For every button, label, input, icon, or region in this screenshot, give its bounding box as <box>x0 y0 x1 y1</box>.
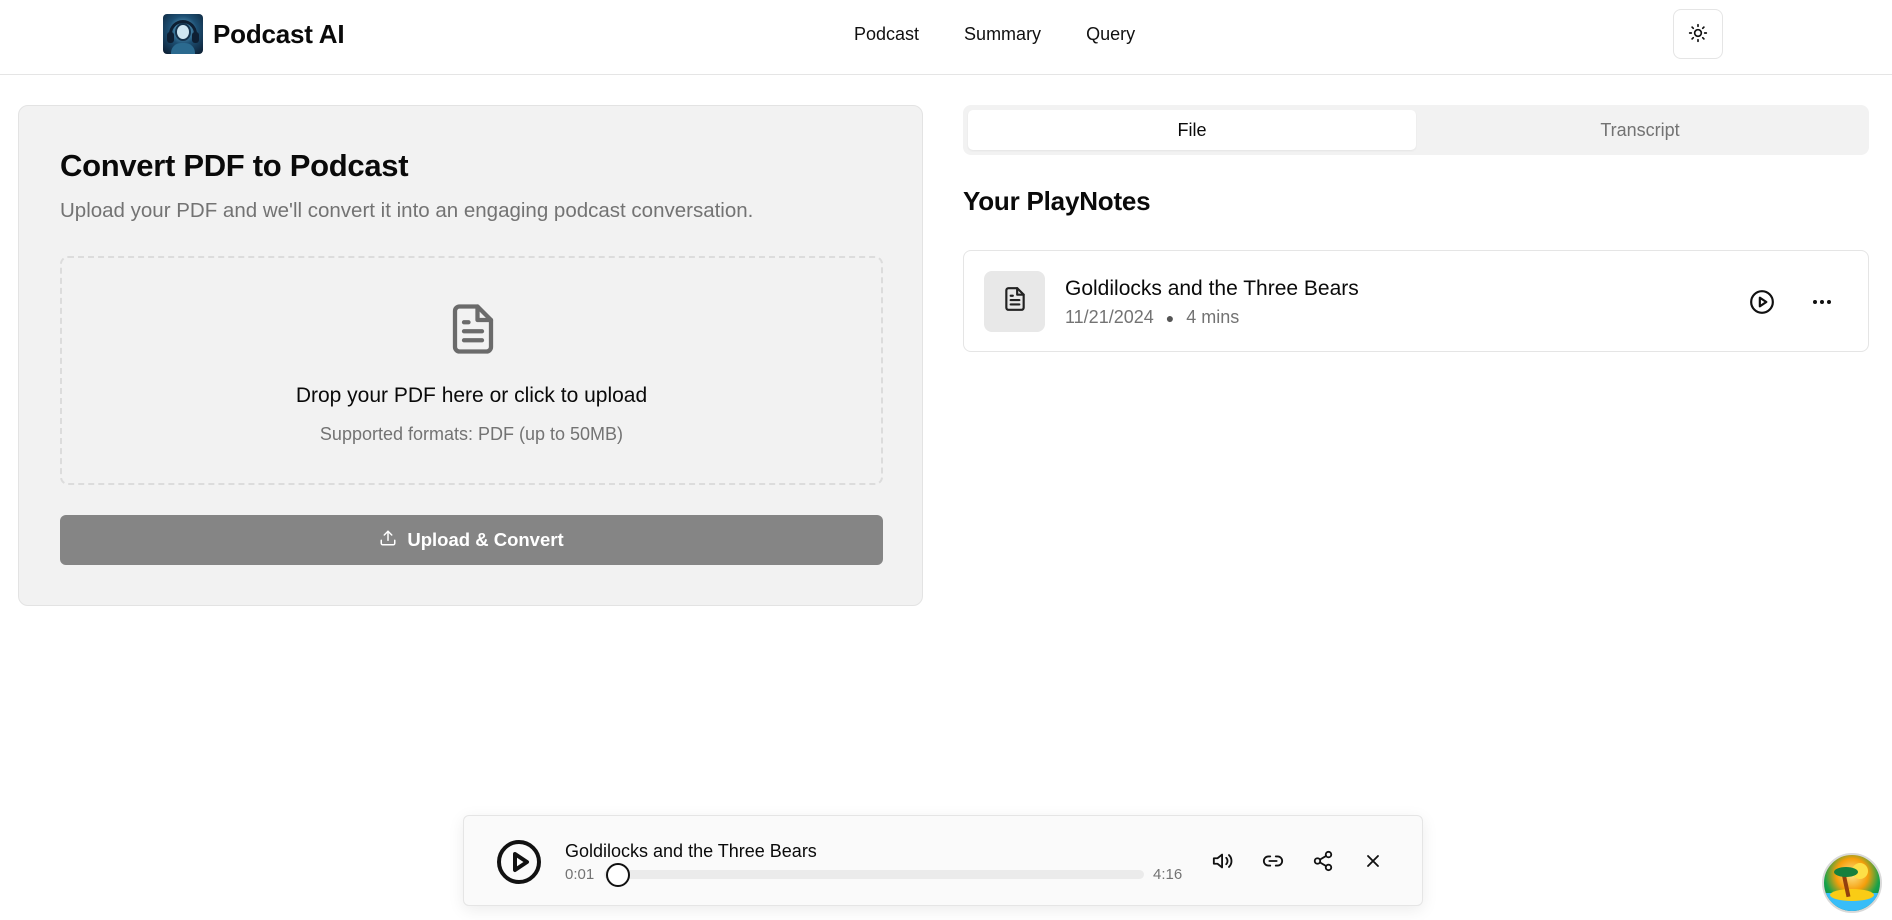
playnote-item[interactable]: Goldilocks and the Three Bears 11/21/202… <box>963 250 1869 352</box>
theme-toggle-button[interactable] <box>1673 9 1723 59</box>
brand-logo <box>163 14 203 54</box>
share-icon[interactable] <box>1310 848 1336 874</box>
player-title: Goldilocks and the Three Bears <box>565 841 817 861</box>
meta-separator: ● <box>1165 309 1175 326</box>
more-horizontal-icon[interactable] <box>1808 288 1836 316</box>
tab-file[interactable]: File <box>968 110 1416 150</box>
brand-link[interactable]: Podcast AI <box>163 14 345 54</box>
playnote-date: 11/21/2024 <box>1065 307 1154 327</box>
dropzone-formats: Supported formats: PDF (up to 50MB) <box>319 424 624 444</box>
file-text-icon <box>446 298 500 365</box>
upload-icon <box>379 529 397 552</box>
sun-icon <box>1688 23 1708 46</box>
brand-name: Podcast AI <box>213 18 345 49</box>
nav-query[interactable]: Query <box>1086 22 1135 46</box>
assistant-avatar-button[interactable] <box>1822 853 1882 913</box>
nav-summary[interactable]: Summary <box>964 22 1041 46</box>
convert-title: Convert PDF to Podcast <box>60 148 409 183</box>
file-text-icon <box>1002 285 1028 318</box>
main-nav: Podcast Summary Query <box>854 22 1135 46</box>
top-header: Podcast AI Podcast Summary Query <box>0 0 1892 75</box>
player-progress-track[interactable] <box>604 870 1144 879</box>
nav-podcast[interactable]: Podcast <box>854 22 919 46</box>
playnote-thumbnail <box>984 271 1045 332</box>
playnote-meta: 11/21/2024 ● 4 mins <box>1065 307 1239 328</box>
upload-convert-label: Upload & Convert <box>407 529 564 550</box>
view-tabs: File Transcript <box>963 105 1869 155</box>
playnotes-title: Your PlayNotes <box>963 186 1151 216</box>
pdf-dropzone[interactable]: Drop your PDF here or click to upload Su… <box>60 256 883 485</box>
play-circle-icon[interactable] <box>1748 288 1776 316</box>
convert-subtitle: Upload your PDF and we'll convert it int… <box>60 199 754 222</box>
player-duration: 4:16 <box>1153 866 1183 883</box>
audio-player: Goldilocks and the Three Bears 0:01 4:16 <box>463 815 1423 906</box>
player-current-time: 0:01 <box>565 866 595 883</box>
player-progress-handle[interactable] <box>606 863 631 887</box>
volume-icon[interactable] <box>1210 848 1236 874</box>
close-icon[interactable] <box>1360 848 1386 874</box>
upload-convert-button[interactable]: Upload & Convert <box>60 515 883 565</box>
dropzone-instruction: Drop your PDF here or click to upload <box>295 384 648 407</box>
link-icon[interactable] <box>1260 848 1286 874</box>
tab-transcript[interactable]: Transcript <box>1416 110 1864 150</box>
player-play-icon[interactable] <box>495 838 543 886</box>
convert-card: Convert PDF to Podcast Upload your PDF a… <box>18 105 923 606</box>
playnote-duration: 4 mins <box>1186 307 1240 327</box>
playnote-title: Goldilocks and the Three Bears <box>1065 277 1359 300</box>
